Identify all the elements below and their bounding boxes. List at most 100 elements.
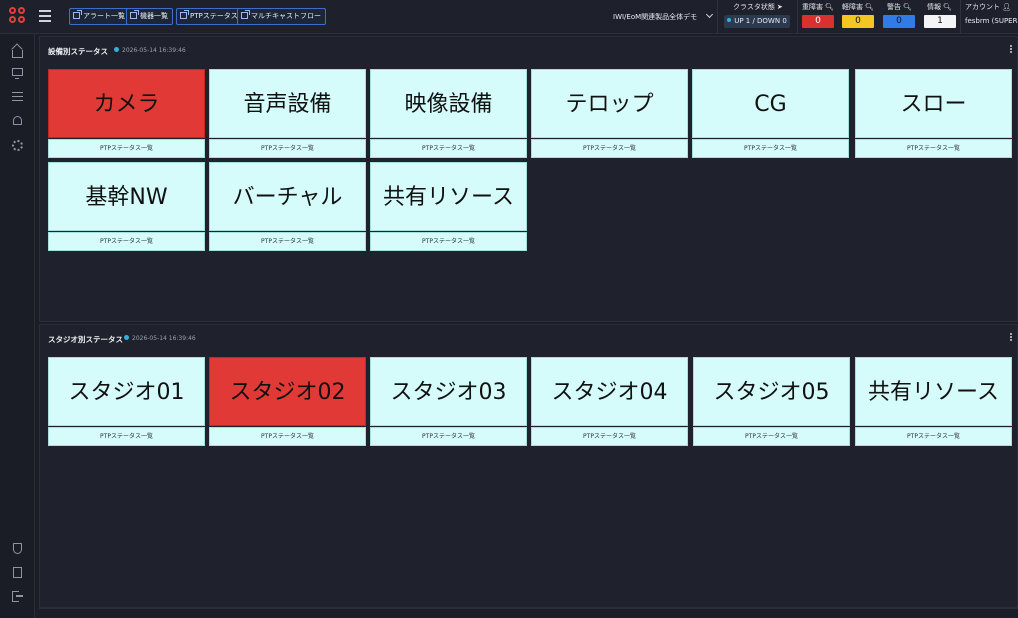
more-options-icon[interactable] xyxy=(1010,45,1013,54)
tile-label[interactable]: カメラ xyxy=(48,69,205,138)
ptp-status-link[interactable]: PTPステータス一覧 xyxy=(209,427,366,446)
tile-label[interactable]: 共有リソース xyxy=(370,162,527,231)
external-link-icon xyxy=(241,10,250,19)
search-icon: 🔍︎ xyxy=(943,3,952,11)
minor-count[interactable]: 0 xyxy=(842,15,874,28)
tile-label[interactable]: CG xyxy=(692,69,849,138)
logout-icon[interactable] xyxy=(12,591,23,602)
chevron-down-icon xyxy=(706,10,714,19)
ptp-status-button[interactable]: PTPステータス xyxy=(176,8,243,25)
critical-label: 重障害 🔍︎ xyxy=(802,3,834,11)
tile-camera[interactable]: カメラ PTPステータス一覧 xyxy=(48,69,205,159)
tile-cg[interactable]: CG PTPステータス一覧 xyxy=(692,69,849,159)
bell-icon[interactable] xyxy=(13,116,22,125)
warning-count[interactable]: 0 xyxy=(883,15,915,28)
ptp-status-link[interactable]: PTPステータス一覧 xyxy=(855,139,1012,158)
app-logo-icon[interactable] xyxy=(9,7,27,25)
panel-header: 設備別ステータス 2026-05-14 16:39:46 xyxy=(40,37,1018,61)
ptp-status-link[interactable]: PTPステータス一覧 xyxy=(209,139,366,158)
tile-label[interactable]: スタジオ05 xyxy=(693,357,850,426)
tile-studio-02[interactable]: スタジオ02 PTPステータス一覧 xyxy=(209,357,366,447)
divider xyxy=(39,608,1018,609)
tile-telop[interactable]: テロップ PTPステータス一覧 xyxy=(531,69,688,159)
external-link-icon xyxy=(130,10,139,19)
info-count[interactable]: 1 xyxy=(924,15,956,28)
shield-icon[interactable] xyxy=(13,543,22,554)
ptp-status-link[interactable]: PTPステータス一覧 xyxy=(370,139,527,158)
panel-timestamp: 2026-05-14 16:39:46 xyxy=(124,335,196,342)
panel-header: スタジオ別ステータス 2026-05-14 16:39:46 xyxy=(40,325,1018,349)
tile-studio-03[interactable]: スタジオ03 PTPステータス一覧 xyxy=(370,357,527,447)
document-icon[interactable] xyxy=(13,567,22,578)
minor-label: 軽障害 🔍︎ xyxy=(842,3,874,11)
ptp-status-link[interactable]: PTPステータス一覧 xyxy=(48,232,205,251)
account-name[interactable]: fesbrm (SUPER) xyxy=(965,17,1018,25)
tile-video[interactable]: 映像設備 PTPステータス一覧 xyxy=(370,69,527,159)
tile-label[interactable]: スタジオ03 xyxy=(370,357,527,426)
tile-studio-04[interactable]: スタジオ04 PTPステータス一覧 xyxy=(531,357,688,447)
status-dot-icon xyxy=(124,335,129,340)
tile-label[interactable]: スタジオ02 xyxy=(209,357,366,426)
ptp-status-link[interactable]: PTPステータス一覧 xyxy=(693,427,850,446)
device-list-button[interactable]: 機器一覧 xyxy=(126,8,173,25)
search-icon: 🔍︎ xyxy=(825,3,834,11)
ptp-status-link[interactable]: PTPステータス一覧 xyxy=(692,139,849,158)
tile-label[interactable]: スタジオ04 xyxy=(531,357,688,426)
tile-audio[interactable]: 音声設備 PTPステータス一覧 xyxy=(209,69,366,159)
status-dot-icon xyxy=(727,18,732,22)
divider xyxy=(797,0,798,34)
ptp-status-link[interactable]: PTPステータス一覧 xyxy=(855,427,1012,446)
tile-studio-05[interactable]: スタジオ05 PTPステータス一覧 xyxy=(693,357,850,447)
status-dot-icon xyxy=(114,47,119,52)
external-link-icon xyxy=(180,10,189,19)
divider xyxy=(717,0,718,34)
ptp-status-link[interactable]: PTPステータス一覧 xyxy=(531,427,688,446)
tile-label[interactable]: スタジオ01 xyxy=(48,357,205,426)
studio-status-panel: スタジオ別ステータス 2026-05-14 16:39:46 スタジオ01 PT… xyxy=(39,324,1018,608)
gear-icon[interactable] xyxy=(12,140,23,151)
panel-title: スタジオ別ステータス xyxy=(48,335,123,344)
tile-label[interactable]: 基幹NW xyxy=(48,162,205,231)
tile-shared-resource[interactable]: 共有リソース PTPステータス一覧 xyxy=(855,357,1012,447)
top-bar: アラート一覧 機器一覧 PTPステータス マルチキャストフロー IWI/EoM関… xyxy=(0,0,1018,34)
tile-studio-01[interactable]: スタジオ01 PTPステータス一覧 xyxy=(48,357,205,447)
ptp-status-link[interactable]: PTPステータス一覧 xyxy=(209,232,366,251)
multicast-flow-button[interactable]: マルチキャストフロー xyxy=(237,8,326,25)
cluster-status-label: クラスタ状態 ➤ xyxy=(733,3,783,11)
divider xyxy=(960,0,961,34)
tile-label[interactable]: テロップ xyxy=(531,69,688,138)
tile-label[interactable]: スロー xyxy=(855,69,1012,138)
tile-label[interactable]: 共有リソース xyxy=(855,357,1012,426)
monitor-icon[interactable] xyxy=(12,68,23,79)
alert-list-button[interactable]: アラート一覧 xyxy=(69,8,130,25)
tile-virtual[interactable]: バーチャル PTPステータス一覧 xyxy=(209,162,366,252)
critical-count[interactable]: 0 xyxy=(802,15,834,28)
tile-shared-resource[interactable]: 共有リソース PTPステータス一覧 xyxy=(370,162,527,252)
external-link-icon xyxy=(73,10,82,19)
tile-slow[interactable]: スロー PTPステータス一覧 xyxy=(855,69,1012,159)
info-label: 情報 🔍︎ xyxy=(927,3,952,11)
equipment-status-panel: 設備別ステータス 2026-05-14 16:39:46 カメラ PTPステータ… xyxy=(39,36,1018,322)
search-icon: 🔍︎ xyxy=(865,3,874,11)
hamburger-menu-icon[interactable] xyxy=(39,10,51,22)
cluster-status-badge: UP 1 / DOWN 0 xyxy=(724,15,790,28)
tile-label[interactable]: バーチャル xyxy=(209,162,366,231)
panel-timestamp: 2026-05-14 16:39:46 xyxy=(114,47,186,54)
sidebar xyxy=(0,34,35,618)
user-icon: 👤︎ xyxy=(1002,3,1011,11)
ptp-status-link[interactable]: PTPステータス一覧 xyxy=(531,139,688,158)
account-label: アカウント 👤︎ xyxy=(965,3,1011,11)
ptp-status-link[interactable]: PTPステータス一覧 xyxy=(48,139,205,158)
list-icon[interactable] xyxy=(12,92,23,101)
ptp-status-link[interactable]: PTPステータス一覧 xyxy=(370,232,527,251)
tile-label[interactable]: 音声設備 xyxy=(209,69,366,138)
tile-label[interactable]: 映像設備 xyxy=(370,69,527,138)
warning-label: 警告 🔍︎ xyxy=(887,3,912,11)
search-icon: 🔍︎ xyxy=(903,3,912,11)
ptp-status-link[interactable]: PTPステータス一覧 xyxy=(370,427,527,446)
more-options-icon[interactable] xyxy=(1010,333,1013,342)
home-icon[interactable] xyxy=(12,50,23,58)
ptp-status-link[interactable]: PTPステータス一覧 xyxy=(48,427,205,446)
scope-select[interactable]: IWI/EoM関連製品全体デモ xyxy=(613,10,714,22)
tile-core-nw[interactable]: 基幹NW PTPステータス一覧 xyxy=(48,162,205,252)
